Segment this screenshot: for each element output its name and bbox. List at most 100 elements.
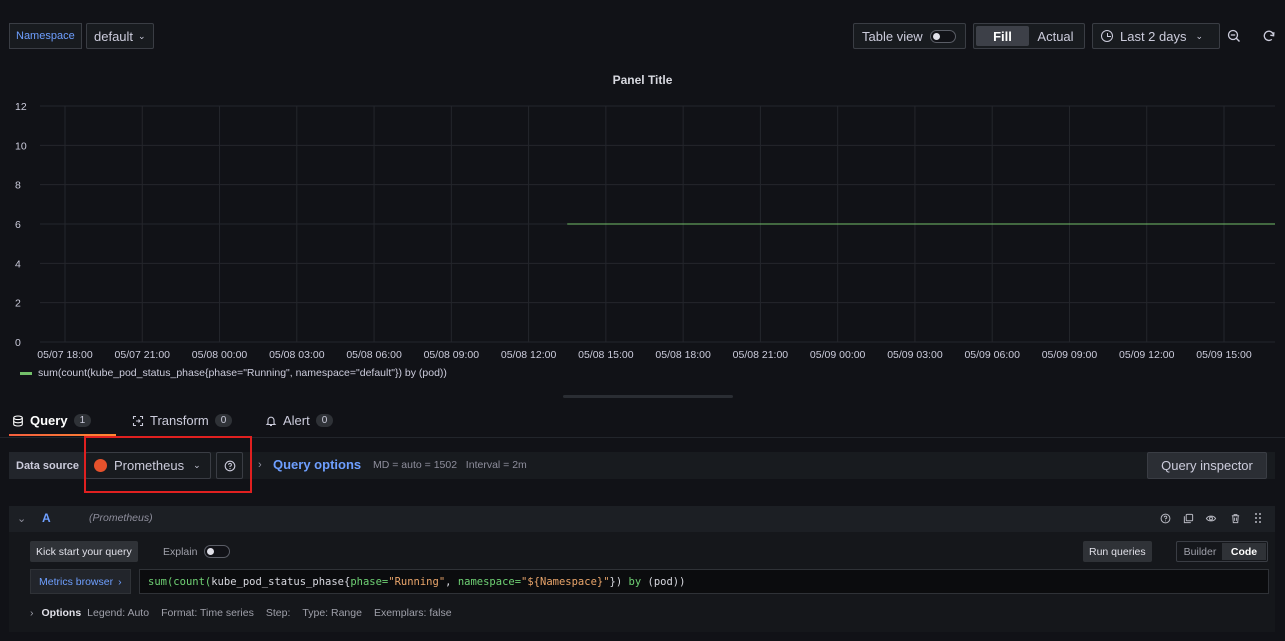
x-tick-label: 05/09 00:00: [810, 349, 866, 361]
y-tick-label: 10: [15, 140, 27, 152]
option-format: Format: Time series: [161, 607, 254, 619]
namespace-select[interactable]: default ⌄: [86, 23, 154, 49]
highlight-annotation-box: [84, 436, 252, 493]
options-label: Options: [41, 607, 82, 619]
time-series-chart[interactable]: 0 2 4 6 8 10 12 05/07 18:00 05/07 21:00 05/08 00…: [0, 96, 1285, 366]
x-tick-label: 05/08 18:00: [655, 349, 711, 361]
option-exemplars: Exemplars: false: [373, 607, 452, 619]
expr-token: by: [628, 575, 642, 588]
x-tick-label: 05/08 15:00: [578, 349, 634, 361]
option-legend: Legend: Auto: [87, 607, 150, 619]
panel-title: Panel Title: [612, 73, 673, 87]
query-options-toggle[interactable]: Query options: [273, 457, 361, 472]
drag-handle-icon[interactable]: [1250, 510, 1266, 526]
legend-item[interactable]: sum(count(kube_pod_status_phase{phase="R…: [38, 367, 447, 379]
x-tick-label: 05/09 03:00: [887, 349, 943, 361]
trash-icon[interactable]: [1227, 510, 1243, 526]
y-tick-label: 8: [15, 180, 21, 192]
tab-alert-label: Alert: [283, 413, 310, 428]
toggle-switch-icon: [929, 29, 956, 43]
tab-transform[interactable]: Transform 0: [132, 413, 233, 428]
time-range-picker[interactable]: Last 2 days ⌄: [1092, 23, 1220, 49]
x-tick-label: 05/08 06:00: [346, 349, 402, 361]
y-tick-label: 6: [15, 219, 21, 231]
y-tick-label: 4: [15, 258, 21, 270]
actual-button[interactable]: Actual: [1029, 26, 1082, 46]
chevron-right-icon[interactable]: ›: [258, 459, 262, 471]
refresh-button[interactable]: [1256, 23, 1282, 49]
code-mode-button[interactable]: Code: [1222, 543, 1266, 560]
x-tick-label: 05/09 06:00: [964, 349, 1020, 361]
tab-query-label: Query: [30, 413, 68, 428]
clock-icon: [1101, 30, 1113, 42]
toggle-switch-icon: [204, 545, 231, 558]
x-tick-label: 05/08 12:00: [501, 349, 557, 361]
query-row-header: [9, 506, 1275, 532]
zoom-out-icon: [1227, 29, 1240, 42]
builder-mode-button[interactable]: Builder: [1178, 543, 1222, 560]
table-view-toggle[interactable]: Table view: [853, 23, 966, 49]
promql-query-editor[interactable]: sum(count(kube_pod_status_phase{phase= "R…: [139, 569, 1269, 594]
collapse-chevron-icon[interactable]: ⌄: [17, 512, 26, 525]
expr-token: ,: [445, 575, 458, 588]
chevron-right-icon: ›: [118, 575, 122, 588]
pane-resize-handle[interactable]: [563, 395, 733, 398]
y-tick-label: 0: [15, 337, 21, 349]
tab-query[interactable]: Query 1: [12, 413, 92, 428]
x-tick-label: 05/08 00:00: [192, 349, 248, 361]
fill-button[interactable]: Fill: [976, 26, 1029, 46]
query-datasource-name: (Prometheus): [89, 512, 153, 524]
x-tick-label: 05/07 21:00: [115, 349, 171, 361]
expr-token: }): [609, 575, 629, 588]
bell-icon: [265, 416, 277, 426]
expr-token: "Running": [388, 575, 446, 588]
duplicate-query-icon[interactable]: [1180, 510, 1196, 526]
expr-token: count(: [173, 575, 212, 588]
metrics-browser-label: Metrics browser: [39, 575, 114, 588]
expr-token: kube_pod_status_phase{: [211, 575, 351, 588]
query-inspector-button[interactable]: Query inspector: [1147, 452, 1267, 479]
y-tick-label: 2: [15, 298, 21, 310]
expr-token: sum(: [148, 575, 174, 588]
legend-color-swatch: [20, 372, 32, 375]
expr-token: namespace=: [457, 575, 522, 588]
tab-transform-label: Transform: [150, 413, 209, 428]
zoom-out-button[interactable]: [1221, 23, 1247, 49]
editor-mode-switch: Builder Code: [1176, 541, 1268, 562]
tab-alert[interactable]: Alert 0: [265, 413, 334, 428]
query-options-row[interactable]: › Options Legend: Auto Format: Time seri…: [30, 607, 464, 619]
namespace-variable-label: Namespace: [9, 23, 82, 49]
x-tick-label: 05/07 18:00: [37, 349, 93, 361]
expr-token: "${Namespace}": [521, 575, 610, 588]
x-tick-label: 05/08 21:00: [733, 349, 789, 361]
transform-icon: [132, 415, 144, 426]
option-type: Type: Range: [302, 607, 362, 619]
chevron-right-icon: ›: [30, 607, 34, 619]
explain-toggle[interactable]: Explain: [163, 545, 231, 558]
database-icon: [13, 414, 23, 427]
datasource-label: Data source: [9, 452, 86, 479]
run-queries-button[interactable]: Run queries: [1083, 541, 1152, 562]
expr-token: phase=: [350, 575, 389, 588]
expr-token: (pod)): [641, 575, 686, 588]
x-tick-label: 05/09 09:00: [1042, 349, 1098, 361]
table-view-label: Table view: [862, 28, 923, 44]
metrics-browser-button[interactable]: Metrics browser ›: [30, 569, 131, 594]
x-tick-label: 05/08 03:00: [269, 349, 325, 361]
eye-icon[interactable]: [1203, 510, 1219, 526]
kick-start-query-button[interactable]: Kick start your query: [30, 541, 138, 562]
query-ref-id[interactable]: A: [42, 511, 51, 525]
x-tick-label: 05/09 12:00: [1119, 349, 1175, 361]
tab-alert-count: 0: [315, 414, 334, 427]
refresh-icon: [1263, 30, 1275, 42]
tab-query-count: 1: [73, 414, 92, 427]
namespace-select-value: default: [94, 28, 134, 44]
chevron-down-icon: ⌄: [138, 30, 146, 41]
option-step: Step:: [265, 607, 291, 619]
explain-label: Explain: [163, 545, 198, 558]
time-range-label: Last 2 days: [1120, 28, 1187, 44]
query-options-summary: MD = auto = 1502 Interval = 2m: [373, 459, 527, 471]
help-icon[interactable]: [1157, 510, 1173, 526]
tab-transform-count: 0: [214, 414, 233, 427]
y-tick-label: 12: [15, 101, 27, 113]
